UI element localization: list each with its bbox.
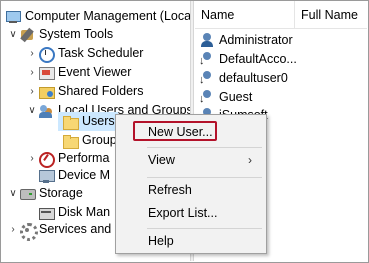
chevron-right-icon[interactable]: › [26, 149, 38, 168]
disabled-user-icon [199, 70, 215, 86]
disk-management-icon [38, 205, 55, 221]
tree-item-services-apps[interactable]: › Services and [7, 220, 112, 241]
services-icon [19, 222, 38, 241]
tree-item-storage[interactable]: ∨ Storage [7, 184, 83, 203]
tree-item-label: Task Scheduler [58, 46, 144, 60]
tree-item-label: Users [82, 114, 115, 128]
list-item[interactable]: Guest [195, 87, 252, 106]
list-item[interactable]: Administrator [195, 30, 293, 49]
tree-item-shared-folders[interactable]: › Shared Folders [26, 82, 143, 101]
tree-item-label: Services and [39, 222, 112, 236]
tree-item-users[interactable]: Users [58, 112, 118, 131]
tree-item-event-viewer[interactable]: › Event Viewer [26, 63, 131, 82]
user-icon [199, 32, 215, 48]
tree-item-groups[interactable]: Group [58, 131, 117, 150]
shared-folders-icon [38, 84, 55, 100]
list-item[interactable]: DefaultAcco... [195, 49, 297, 68]
menu-item-new-user[interactable]: New User... [118, 121, 264, 143]
tree-item-label: Shared Folders [58, 84, 144, 98]
column-header-name[interactable]: Name [195, 1, 295, 29]
menu-item-help[interactable]: Help [118, 230, 264, 252]
chevron-right-icon[interactable]: › [26, 44, 38, 63]
computer-management-icon [5, 9, 21, 25]
tree-item-label: Storage [39, 186, 83, 200]
list-item[interactable]: defaultuser0 [195, 68, 288, 87]
context-menu: New User... View › Refresh Export List..… [115, 114, 267, 254]
performance-icon [38, 151, 55, 168]
chevron-down-icon[interactable]: ∨ [26, 101, 38, 120]
tree-item-label: Device M [58, 168, 111, 182]
tree-item-label: System Tools [39, 27, 114, 41]
submenu-arrow-icon: › [248, 153, 252, 167]
storage-icon [19, 186, 36, 202]
user-name: defaultuser0 [219, 70, 288, 85]
menu-item-refresh[interactable]: Refresh [118, 179, 264, 201]
chevron-right-icon[interactable]: › [26, 63, 38, 82]
user-name: DefaultAcco... [219, 51, 297, 66]
menu-item-label: View [148, 153, 175, 167]
tree-item-label: Group [82, 133, 117, 147]
menu-separator [147, 228, 262, 229]
user-name: Administrator [219, 32, 293, 47]
event-viewer-icon [38, 65, 55, 81]
local-users-groups-icon [38, 103, 54, 119]
chevron-down-icon[interactable]: ∨ [7, 25, 19, 44]
system-tools-icon [19, 27, 35, 43]
column-header-full-name[interactable]: Full Name [295, 1, 367, 29]
task-scheduler-icon [38, 46, 55, 63]
device-manager-icon [38, 168, 55, 184]
tree-item-root[interactable]: Computer Management (Local [5, 7, 190, 26]
tree-item-label: Computer Management (Local [25, 9, 190, 23]
chevron-right-icon[interactable]: › [26, 82, 38, 101]
chevron-right-icon[interactable]: › [7, 220, 19, 239]
menu-item-view[interactable]: View › [118, 149, 264, 171]
tree-item-device-manager[interactable]: Device M [38, 166, 110, 185]
user-name: Guest [219, 89, 253, 104]
folder-icon [62, 133, 79, 149]
disabled-user-icon [199, 89, 215, 105]
menu-separator [147, 177, 262, 178]
disabled-user-icon [199, 51, 215, 67]
chevron-down-icon[interactable]: ∨ [7, 184, 19, 203]
tree-item-label: Event Viewer [58, 65, 132, 79]
tree-item-system-tools[interactable]: ∨ System Tools [7, 25, 113, 44]
tree-item-task-scheduler[interactable]: › Task Scheduler [26, 44, 143, 63]
menu-separator [147, 147, 262, 148]
list-header: Name Full Name [195, 1, 367, 29]
menu-item-export-list[interactable]: Export List... [118, 202, 264, 224]
folder-icon [62, 114, 79, 130]
